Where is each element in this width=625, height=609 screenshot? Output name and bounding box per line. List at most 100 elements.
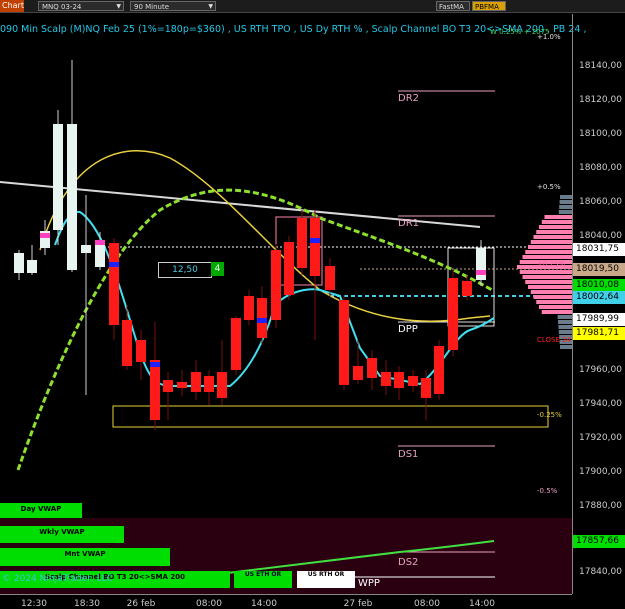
price-tick: 18040,00 (579, 231, 622, 241)
candle-body (231, 318, 241, 370)
candle-body (136, 340, 146, 362)
chevron-down-icon: ▼ (208, 3, 213, 10)
candle-body (448, 278, 458, 350)
instrument-value: MNQ 03-24 (42, 3, 82, 11)
candle-body (204, 376, 214, 392)
candle-body (217, 372, 227, 398)
price-tick: 17920,00 (579, 433, 622, 443)
wkly-vwap-label: Wkly VWAP (39, 528, 85, 536)
price-axis[interactable]: 18140,00 18120,00 18100,00 18080,00 18060,00… (572, 14, 625, 594)
profile-bar (559, 205, 572, 209)
price-tick: 17960,00 (579, 365, 622, 375)
volume-profile (517, 195, 572, 349)
candle-body (191, 372, 201, 392)
price-tag: 17981,71 (573, 327, 625, 340)
candle-body (27, 260, 37, 273)
price-tick: 17840,00 (579, 567, 622, 577)
range-box (112, 405, 549, 428)
close-label: CLOSE 24 (537, 336, 572, 344)
offset-input[interactable]: 12,50 (158, 262, 212, 278)
ds1-label: DS1 (398, 449, 419, 460)
candle-body (297, 218, 307, 268)
candle-body (476, 248, 486, 280)
price-tick: 17940,00 (579, 399, 622, 409)
candle-body (353, 366, 363, 380)
day-vwap-label: Day VWAP (20, 505, 62, 513)
candle-body (81, 245, 91, 253)
candle-body (150, 360, 160, 420)
candle-body (122, 320, 132, 366)
profile-bar (525, 250, 572, 254)
dr1-label: DR1 (398, 218, 420, 229)
price-tick: 18100,00 (579, 129, 622, 139)
candlesticks (14, 60, 486, 430)
candle-body (434, 346, 444, 394)
candle-body (53, 124, 63, 230)
interval-selector[interactable]: 90 Minute ▼ (130, 1, 216, 11)
pct-plus-025: +0.25% (537, 260, 566, 268)
wpp-label: WPP (358, 578, 380, 589)
profile-bar (530, 240, 572, 244)
ds2-label: DS2 (398, 557, 419, 568)
signal-marker (109, 262, 119, 267)
profile-bar (558, 210, 572, 214)
signal-marker (95, 240, 105, 245)
profile-bar (536, 230, 572, 234)
profile-bar (541, 310, 572, 314)
candle-body (339, 300, 349, 385)
profile-bar (558, 330, 572, 334)
price-tag: 17857,66 (573, 535, 625, 548)
profile-bar (541, 220, 572, 224)
pct-minus-025: -0.25% (537, 411, 562, 419)
price-tag: 18031,75 (573, 243, 625, 256)
candle-body (244, 296, 254, 320)
price-chart[interactable] (0, 14, 572, 594)
candle-body (462, 281, 472, 296)
profile-bar (530, 290, 572, 294)
us-eth-or-box: US ETH OR (234, 571, 292, 588)
fastma-button[interactable]: FastMA (436, 1, 470, 11)
dpp-label: DPP (398, 324, 418, 335)
chart-toolbar: Chart MNQ 03-24 ▼ 90 Minute ▼ FastMA PBFMA (0, 0, 625, 13)
profile-bar (528, 285, 572, 289)
price-tick: 18140,00 (579, 61, 622, 71)
sma-curve (16, 188, 493, 471)
profile-bar (525, 280, 572, 284)
price-tag: 18002,64 (573, 291, 625, 304)
profile-bar (544, 215, 572, 219)
candle-body (163, 380, 173, 392)
candle-body (408, 376, 418, 386)
profile-bar (519, 270, 572, 274)
mnt-vwap-label: Mnt VWAP (64, 550, 106, 558)
profile-bar (560, 195, 572, 199)
offset-badge[interactable]: 4 (211, 262, 224, 276)
candle-body (310, 218, 320, 276)
day-vwap-box: Day VWAP (0, 503, 82, 518)
weekly-overlay-label: W 0.25% + 2075 (490, 28, 550, 36)
dr2-label: DR2 (398, 93, 420, 104)
candle-body (325, 266, 335, 290)
chart-tab[interactable]: Chart (0, 0, 24, 12)
watermark: © 2024 NinjaTrader, LLC (2, 574, 113, 584)
mnt-vwap-box: Mnt VWAP (0, 548, 170, 566)
chevron-down-icon: ▼ (116, 3, 121, 10)
profile-bar (539, 225, 572, 229)
pbfma-button[interactable]: PBFMA (472, 1, 506, 11)
price-tick: 18120,00 (579, 95, 622, 105)
price-tick: 17900,00 (579, 467, 622, 477)
profile-bar (533, 235, 572, 239)
profile-bar (539, 305, 572, 309)
candle-body (271, 250, 281, 320)
price-tag: 17989,99 (573, 313, 625, 326)
candle-body (421, 378, 431, 398)
signal-marker (40, 233, 50, 238)
pct-plus-05: +0.5% (537, 183, 561, 191)
instrument-selector[interactable]: MNQ 03-24 ▼ (38, 1, 124, 11)
profile-bar (522, 275, 572, 279)
wkly-vwap-box: Wkly VWAP (0, 526, 124, 543)
profile-bar (522, 255, 572, 259)
time-axis[interactable]: 12:30 18:30 26 feb 08:00 14:00 27 feb 08:00 14:… (0, 594, 572, 609)
price-tick: 18080,00 (579, 163, 622, 173)
candle-body (381, 372, 391, 386)
profile-bar (559, 200, 572, 204)
